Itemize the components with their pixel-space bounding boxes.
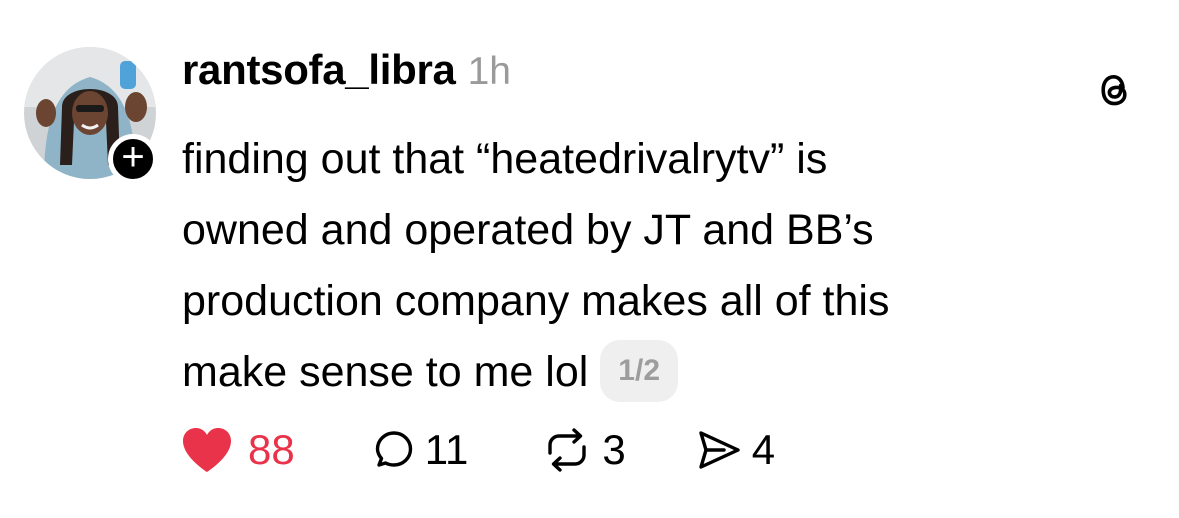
action-bar: 88 11 3 4 [180,424,775,476]
repost-arrows-icon [548,428,587,472]
post-text-line: production company makes all of this [182,277,890,325]
post-header: rantsofa_libra 1h [182,46,511,94]
repost-count: 3 [602,426,626,473]
plus-icon: + [121,135,145,179]
like-button[interactable]: 88 [180,424,295,476]
repost-button[interactable]: 3 [540,424,626,476]
share-button[interactable]: 4 [694,424,775,476]
timestamp: 1h [467,50,511,93]
username[interactable]: rantsofa_libra [182,46,456,94]
reply-count: 11 [424,426,469,473]
thread-post: + rantsofa_libra 1h finding out that “he… [0,0,1179,518]
follow-button[interactable]: + [108,134,158,184]
thread-counter-badge: 1/2 [600,339,679,402]
share-count: 4 [751,426,776,473]
heart-filled-icon [183,428,231,472]
post-text: finding out that “heatedrivalrytv” is ow… [182,124,1142,408]
post-text-line-last: make sense to me lol 1/2 [182,337,1142,408]
like-count: 88 [248,426,295,473]
post-text-line: make sense to me lol [182,348,589,396]
post-text-line: finding out that “heatedrivalrytv” is [182,135,828,183]
speech-bubble-icon [375,431,412,467]
post-text-line: owned and operated by JT and BB’s [182,206,874,254]
paper-plane-icon [698,431,740,469]
reply-button[interactable]: 11 [371,424,469,476]
threads-logo-icon [1101,74,1127,106]
